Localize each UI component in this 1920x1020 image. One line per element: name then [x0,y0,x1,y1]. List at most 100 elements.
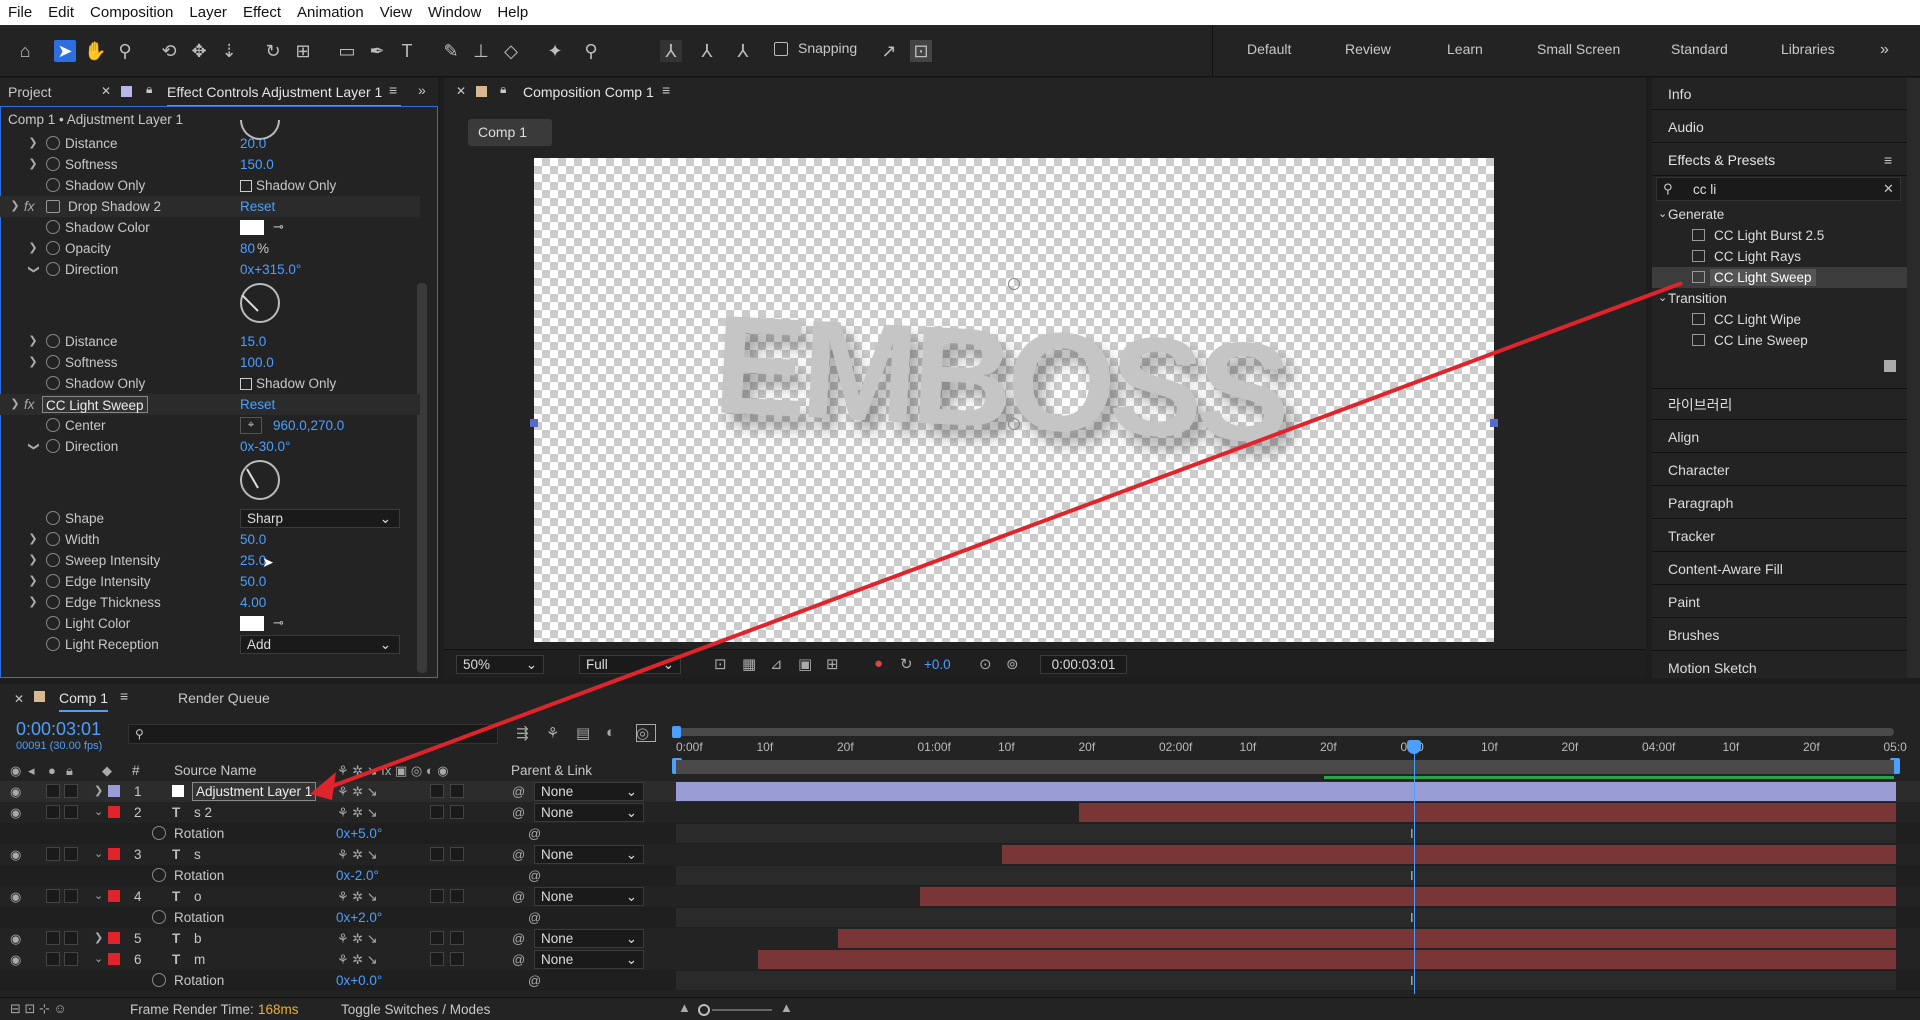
parent-dropdown[interactable]: None ⌄ [534,887,644,906]
solo-box[interactable] [46,931,60,945]
pen-tool-icon[interactable]: ✒ [366,40,388,62]
switch-box[interactable] [430,784,444,798]
menu-effect[interactable]: Effect [235,4,289,21]
panel-brushes[interactable]: Brushes [1652,619,1907,651]
label-color-swatch[interactable] [108,953,120,965]
switch-box[interactable] [430,847,444,861]
layer-name[interactable]: m [194,949,205,970]
solo-box[interactable] [46,952,60,966]
layer-name[interactable]: Adjustment Layer 1 [192,782,317,801]
layer-switches-icon[interactable]: ⚘ ✲ ↘ [337,802,378,823]
stopwatch-icon[interactable] [46,334,60,348]
lock-box[interactable] [64,805,78,819]
collapse-arrow-icon[interactable]: ❯ [10,196,20,217]
collapse-arrow-icon[interactable]: ❯ [10,394,20,415]
effect-item[interactable]: CC Light Rays [1652,246,1907,267]
layer-duration-bar[interactable] [757,950,1896,969]
expand-arrow-icon[interactable]: ⌄ [94,949,103,970]
workspace-libraries[interactable]: Libraries [1781,41,1835,57]
expression-icon[interactable]: @ [528,823,541,844]
switch-box[interactable] [430,889,444,903]
snapshot-icon[interactable]: ⊙ [979,655,992,673]
expand-arrow-icon[interactable]: ❯ [28,529,38,550]
view-axis-icon[interactable]: ⅄ [732,40,754,62]
expand-arrow-icon[interactable]: ❯ [94,781,103,802]
expand-arrow-icon[interactable]: ❯ [28,592,38,613]
panel-align[interactable]: Align [1652,421,1907,453]
prop-value[interactable]: 50.0 [240,571,266,592]
expression-icon[interactable]: @ [528,865,541,886]
workspace-learn[interactable]: Learn [1447,41,1483,57]
anchor-tool-icon[interactable]: ⊞ [292,40,314,62]
switch-box[interactable] [450,952,464,966]
panel-menu-icon[interactable]: ≡ [1884,152,1892,168]
effect-item[interactable]: CC Light Burst 2.5 [1652,225,1907,246]
lock-box[interactable] [64,784,78,798]
collapse-arrow-icon[interactable]: ❯ [23,442,44,452]
crosshair-icon[interactable]: ⌖ [240,417,262,434]
pan-camera-icon[interactable]: ✥ [188,40,210,62]
light-sweep-center-handle[interactable] [1008,418,1020,430]
switch-box[interactable] [450,931,464,945]
composition-mini-flowchart-icon[interactable]: ⇶ [516,724,529,742]
stopwatch-icon[interactable] [46,439,60,453]
navigator-start-handle[interactable] [672,726,681,738]
layer-duration-bar[interactable] [920,887,1896,906]
panel-paint[interactable]: Paint [1652,586,1907,618]
layer-handle[interactable] [530,419,538,427]
eraser-tool-icon[interactable]: ◇ [500,40,522,62]
effect-item[interactable]: CC Line Sweep [1652,330,1907,351]
effect-item-selected[interactable]: CC Light Sweep [1652,267,1907,288]
right-scrollbar[interactable] [1907,78,1920,678]
layer-duration-bar[interactable] [838,929,1896,948]
expand-arrow-icon[interactable]: ⌄ [94,886,103,907]
expand-arrow-icon[interactable]: ⌄ [94,844,103,865]
expand-arrow-icon[interactable]: ❯ [28,352,38,373]
property-value[interactable]: 0x+2.0° [336,907,382,928]
zoom-slider-knob[interactable] [698,1004,710,1016]
stopwatch-icon[interactable] [46,532,60,546]
close-icon[interactable]: ✕ [14,692,24,706]
table-row[interactable]: ◉ ⌄ 2 Ts 2 ⚘ ✲ ↘ @ None ⌄ [0,802,1920,823]
layer-switches-icon[interactable]: ⚘ ✲ ↘ [337,844,378,865]
direction-dial[interactable] [240,283,280,323]
timeline-current-time[interactable]: 0:00:03:01 [16,719,101,740]
comp-flowchart-tab[interactable]: Comp 1 [468,119,552,146]
stopwatch-icon[interactable] [46,157,60,171]
stopwatch-icon[interactable] [46,418,60,432]
zoom-slider-track[interactable] [712,1009,772,1011]
panel-menu-icon[interactable]: ≡ [662,82,670,98]
parent-dropdown[interactable]: None ⌄ [534,782,644,801]
menu-composition[interactable]: Composition [82,4,181,21]
property-value[interactable]: 0x+0.0° [336,970,382,991]
layer-switches-icon[interactable]: ⚘ ✲ ↘ [337,781,378,802]
eyedropper-icon[interactable]: ⊸ [273,216,284,237]
workspace-standard[interactable]: Standard [1671,41,1728,57]
layer-name[interactable]: s 2 [194,802,212,823]
pickwhip-icon[interactable]: @ [512,802,525,823]
stopwatch-icon[interactable] [152,868,166,882]
pickwhip-icon[interactable]: @ [512,949,525,970]
category-transition[interactable]: ⌄ Transition [1652,288,1907,309]
shy-layers-icon[interactable]: ▤ [576,724,590,742]
parent-dropdown[interactable]: None ⌄ [534,845,644,864]
snap-edges-icon[interactable]: ↗ [878,40,900,62]
playhead-handle[interactable] [1407,740,1421,754]
menu-view[interactable]: View [372,4,420,21]
snapping-checkbox[interactable] [774,42,788,56]
panel-audio[interactable]: Audio [1652,111,1907,143]
table-row[interactable]: ◉ ⌄ 6 Tm ⚘ ✲ ↘ @ None ⌄ [0,949,1920,970]
roto-brush-icon[interactable]: ✦ [544,40,566,62]
stopwatch-icon[interactable] [46,616,60,630]
prop-value[interactable]: 0x+315.0° [240,259,301,280]
panel-tracker[interactable]: Tracker [1652,520,1907,552]
zoom-dropdown[interactable]: 50% ⌄ [456,655,544,674]
switch-box[interactable] [430,805,444,819]
solo-box[interactable] [46,847,60,861]
mask-visibility-icon[interactable]: ⊿ [770,655,783,673]
layer-switches-icon[interactable]: ⚘ ✲ ↘ [337,928,378,949]
expand-arrow-icon[interactable]: ❯ [28,571,38,592]
puppet-pin-icon[interactable]: ⚲ [580,40,602,62]
lock-box[interactable] [64,847,78,861]
table-row[interactable]: ◉ ❯ 5 Tb ⚘ ✲ ↘ @ None ⌄ [0,928,1920,949]
